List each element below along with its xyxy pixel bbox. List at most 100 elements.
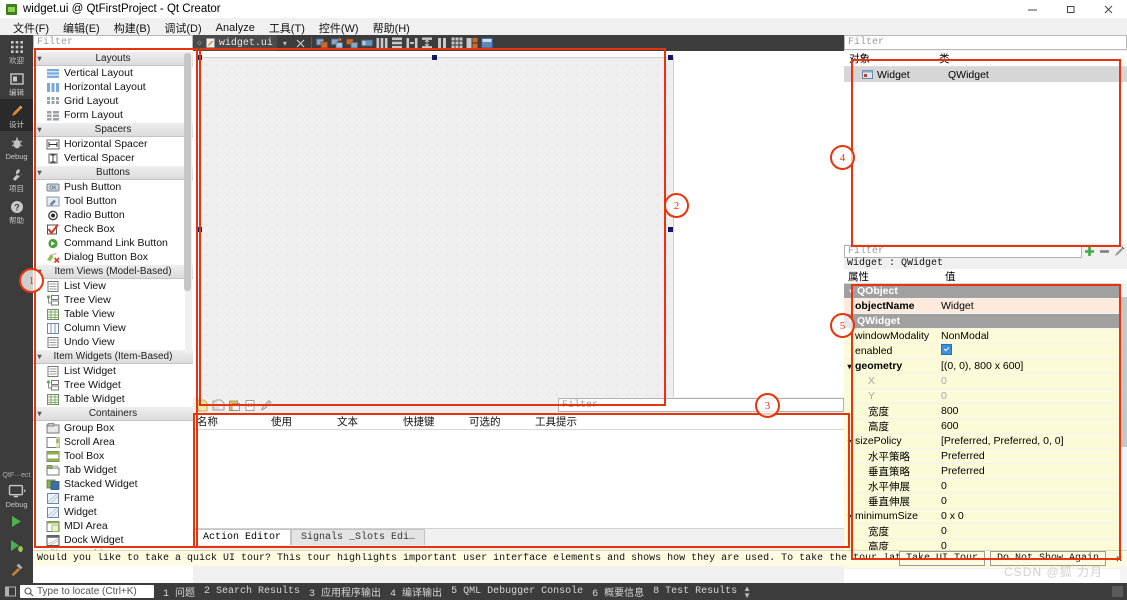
widget-item-horizontal-spacer[interactable]: Horizontal Spacer <box>33 137 193 151</box>
menu-build[interactable]: 构建(B) <box>107 19 158 37</box>
property-row-horizontal-policy[interactable]: 水平策略 Preferred <box>844 449 1127 464</box>
property-row-sizepolicy[interactable]: ▾ sizePolicy [Preferred, Preferred, 0, 0] <box>844 434 1127 449</box>
remove-property-button[interactable] <box>1097 245 1112 258</box>
menu-tools[interactable]: 工具(T) <box>262 19 312 37</box>
menu-file[interactable]: 文件(F) <box>6 19 56 37</box>
object-inspector-row[interactable]: Widget QWidget <box>844 67 1127 82</box>
widget-item-push-button[interactable]: OK Push Button <box>33 180 193 194</box>
widget-item-grid-layout[interactable]: Grid Layout <box>33 94 193 108</box>
mode-help[interactable]: ? 帮助 <box>0 195 33 227</box>
property-column-value[interactable]: 值 <box>941 269 956 284</box>
property-row-geometry[interactable]: ▾ geometry [(0, 0), 800 x 600] <box>844 359 1127 374</box>
action-editor-filter[interactable]: Filter <box>558 398 844 412</box>
widget-box-filter[interactable]: Filter <box>33 35 193 50</box>
property-row-geometry-height[interactable]: 高度 600 <box>844 419 1127 434</box>
edit-action-icon[interactable] <box>260 399 273 412</box>
locator-input[interactable]: Type to locate (Ctrl+K) <box>20 585 154 598</box>
menu-help[interactable]: 帮助(H) <box>366 19 417 37</box>
property-row-minimumsize-width[interactable]: 宽度 0 <box>844 524 1127 539</box>
widget-item-command-link-button[interactable]: Command Link Button <box>33 236 193 250</box>
paste-icon[interactable] <box>228 399 241 412</box>
action-column-tooltip[interactable]: 工具提示 <box>531 414 844 429</box>
object-column-object[interactable]: 对象 <box>844 51 939 66</box>
property-row-horizontal-stretch[interactable]: 水平伸展 0 <box>844 479 1127 494</box>
property-editor-scrollbar-thumb[interactable] <box>1120 297 1127 447</box>
property-row-minimumsize[interactable]: ▾ minimumSize 0 x 0 <box>844 509 1127 524</box>
property-value[interactable]: 0 <box>937 480 1127 492</box>
copy-icon[interactable] <box>212 399 225 412</box>
status-bar-resize-grip[interactable] <box>1112 586 1123 597</box>
adjust-size-button[interactable] <box>481 37 494 50</box>
tab-signals-slots-editor[interactable]: Signals _Slots Edi… <box>291 529 426 545</box>
layout-splitter-horizontal-button[interactable] <box>406 37 419 50</box>
property-row-geometry-y[interactable]: Y 0 <box>844 389 1127 404</box>
widget-item-check-box[interactable]: Check Box <box>33 222 193 236</box>
status-pane-search-results[interactable]: 2 Search Results <box>204 586 300 597</box>
minimize-button[interactable] <box>1013 0 1051 18</box>
form-widget-preview[interactable] <box>199 57 674 404</box>
resize-handle-top-right[interactable] <box>668 55 673 60</box>
action-column-name[interactable]: 名称 <box>193 414 267 429</box>
property-row-objectname[interactable]: objectName Widget <box>844 299 1127 314</box>
property-value[interactable]: NonModal <box>937 330 1127 342</box>
mode-edit[interactable]: 编辑 <box>0 67 33 99</box>
mode-welcome[interactable]: 欢迎 <box>0 35 33 67</box>
widget-item-column-view[interactable]: Column View <box>33 321 193 335</box>
widget-item-widget[interactable]: Widget <box>33 505 193 519</box>
widget-box-scrollbar-track[interactable] <box>184 53 192 353</box>
widget-item-group-box[interactable]: Group Box <box>33 421 193 435</box>
build-config-selector[interactable]: Debug <box>0 480 33 511</box>
property-row-vertical-policy[interactable]: 垂直策略 Preferred <box>844 464 1127 479</box>
edit-widgets-button[interactable] <box>316 37 329 50</box>
property-editor-filter[interactable]: Filter <box>844 244 1082 258</box>
widget-box-list[interactable]: ▾ Layouts Vertical Layout Horizontal Lay… <box>33 51 193 571</box>
maximize-button[interactable] <box>1051 0 1089 18</box>
take-ui-tour-button[interactable]: Take UI Tour <box>898 551 985 566</box>
break-layout-button[interactable] <box>466 37 479 50</box>
toggle-sidebar-button[interactable] <box>0 586 20 597</box>
kit-selector-label[interactable]: QtF···ect <box>3 472 31 479</box>
status-pane-qml-debugger[interactable]: 5 QML Debugger Console <box>451 586 583 597</box>
editor-tab-close-button[interactable] <box>294 37 307 50</box>
layout-horizontally-button[interactable] <box>376 37 389 50</box>
configure-property-button[interactable] <box>1112 245 1127 258</box>
menu-analyze[interactable]: Analyze <box>209 21 262 35</box>
property-value[interactable]: Preferred <box>937 450 1127 462</box>
menu-widgets[interactable]: 控件(W) <box>312 19 366 37</box>
layout-splitter-vertical-button[interactable] <box>421 37 434 50</box>
enabled-checkbox[interactable] <box>941 344 952 355</box>
widget-item-frame[interactable]: Frame <box>33 491 193 505</box>
widget-item-tree-widget[interactable]: Tree Widget <box>33 378 193 392</box>
property-group-qwidget[interactable]: ▾QWidget <box>844 314 1127 329</box>
widget-category-layouts[interactable]: ▾ Layouts <box>33 51 193 66</box>
menu-edit[interactable]: 编辑(E) <box>56 19 107 37</box>
edit-signals-slots-button[interactable] <box>331 37 344 50</box>
property-value[interactable]: Widget <box>937 300 1127 312</box>
run-button[interactable] <box>9 511 24 535</box>
tab-action-editor[interactable]: Action Editor <box>193 529 292 545</box>
pin-icon[interactable]: ◇ <box>197 38 202 48</box>
resize-handle-top-center[interactable] <box>432 55 437 60</box>
layout-form-button[interactable] <box>436 37 449 50</box>
property-row-enabled[interactable]: enabled <box>844 344 1127 359</box>
property-value[interactable]: 600 <box>937 420 1127 432</box>
object-inspector-filter[interactable]: Filter <box>844 35 1127 50</box>
editor-tab-widget-ui[interactable]: ◇ widget.ui <box>193 35 277 51</box>
form-canvas[interactable] <box>193 51 844 435</box>
property-value[interactable]: [Preferred, Preferred, 0, 0] <box>937 435 1127 447</box>
property-row-geometry-width[interactable]: 宽度 800 <box>844 404 1127 419</box>
widget-category-containers[interactable]: ▾ Containers <box>33 406 193 421</box>
widget-category-spacers[interactable]: ▾ Spacers <box>33 122 193 137</box>
widget-item-list-widget[interactable]: List Widget <box>33 364 193 378</box>
status-pane-issues[interactable]: 1 问题 <box>163 584 195 600</box>
widget-item-list-view[interactable]: List View <box>33 279 193 293</box>
close-button[interactable] <box>1089 0 1127 18</box>
property-row-vertical-stretch[interactable]: 垂直伸展 0 <box>844 494 1127 509</box>
layout-grid-button[interactable] <box>451 37 464 50</box>
layout-vertically-button[interactable] <box>391 37 404 50</box>
action-column-used[interactable]: 使用 <box>267 414 333 429</box>
delete-icon[interactable] <box>244 399 257 412</box>
action-column-text[interactable]: 文本 <box>333 414 399 429</box>
widget-item-stacked-widget[interactable]: Stacked Widget <box>33 477 193 491</box>
property-value[interactable]: 800 <box>937 405 1127 417</box>
